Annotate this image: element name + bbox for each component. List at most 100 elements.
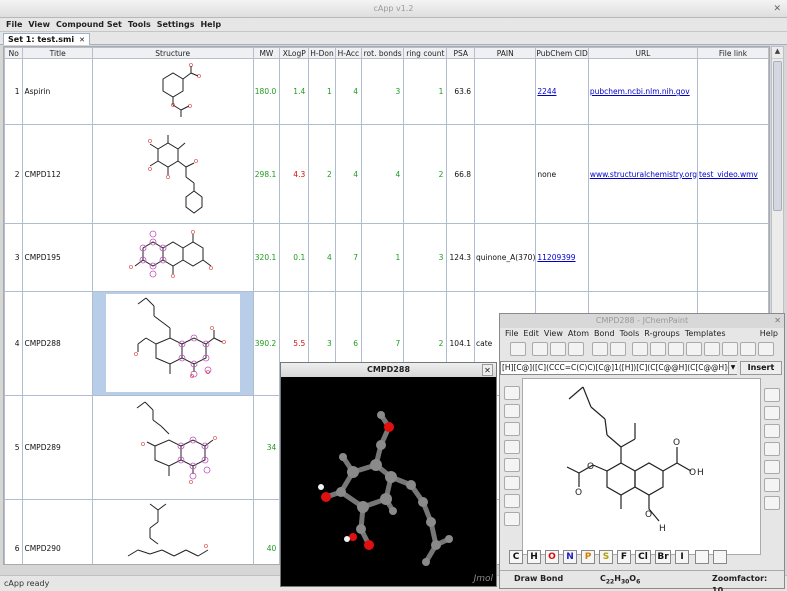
hashed-bond-icon[interactable] [504, 476, 520, 490]
jcp-menu-edit[interactable]: Edit [518, 328, 539, 340]
element-cl-button[interactable]: Cl [635, 550, 651, 564]
triple-bond-icon[interactable] [504, 422, 520, 436]
cell-pubchem-cid[interactable]: 2244 [535, 58, 589, 125]
scroll-up-arrow-icon[interactable]: ▲ [772, 47, 783, 59]
col-header-xlogp[interactable]: XLogP [279, 47, 310, 59]
element-h-button[interactable]: H [527, 550, 541, 564]
table-row[interactable]: 3 CMPD195 OOOO 320.1 0.1 4 7 1 3 124.3 q… [4, 223, 769, 292]
zoom-out-icon[interactable] [722, 342, 738, 356]
jmol-window[interactable]: CMPD288 ✕ Jmol [280, 362, 497, 587]
benzene-ring-icon[interactable] [764, 460, 780, 474]
file-link[interactable]: test_video.wmv [699, 170, 758, 179]
pentagon-ring-icon[interactable] [764, 424, 780, 438]
menu-help[interactable]: Help [194, 18, 221, 31]
jcp-menu-help[interactable]: Help [755, 328, 778, 340]
url-link[interactable]: www.structuralchemistry.org [590, 170, 697, 179]
cell-url[interactable]: pubchem.ncbi.nlm.nih.gov [587, 58, 699, 125]
element-s-button[interactable]: S [599, 550, 613, 564]
wave-icon[interactable] [504, 512, 520, 526]
new-icon[interactable] [510, 342, 526, 356]
jmol-3d-molecule-view[interactable] [281, 377, 496, 586]
jcp-menu-atom[interactable]: Atom [563, 328, 589, 340]
cell-structure[interactable]: OOOO [91, 124, 254, 224]
cut-icon[interactable] [532, 342, 548, 356]
jcp-menu-tools[interactable]: Tools [615, 328, 640, 340]
eraser-icon[interactable] [668, 342, 684, 356]
cell-structure-selected[interactable]: O O O O O [91, 291, 254, 396]
table-row[interactable]: 1 Aspirin OOOO 180.0 1.4 1 4 3 1 63.6 22… [4, 58, 769, 125]
col-header-pain[interactable]: PAIN [474, 47, 537, 59]
jcp-menu-view[interactable]: View [539, 328, 563, 340]
hexagon-ring-icon[interactable] [764, 442, 780, 456]
menu-settings[interactable]: Settings [151, 18, 195, 31]
col-header-ring-count[interactable]: ring count [403, 47, 448, 59]
menu-file[interactable]: File [0, 18, 22, 31]
cell-structure[interactable]: O [91, 499, 254, 564]
col-header-no[interactable]: No [4, 47, 24, 59]
periodic-table-icon[interactable] [695, 550, 709, 564]
col-header-hacc[interactable]: H-Acc [334, 47, 362, 59]
cell-structure[interactable]: O O O [91, 395, 254, 500]
jmol-close-icon[interactable]: ✕ [482, 364, 493, 376]
col-header-title[interactable]: Title [22, 47, 93, 59]
element-f-button[interactable]: F [617, 550, 631, 564]
element-o-button[interactable]: O [545, 550, 559, 564]
col-header-psa[interactable]: PSA [446, 47, 476, 59]
wedge-bond-icon[interactable] [504, 458, 520, 472]
rotate-icon[interactable] [686, 342, 702, 356]
cell-structure[interactable]: OOOO [91, 223, 254, 292]
smiles-input[interactable]: [H][C@]([C](CCC=C(C)C)[C@]1([H])[C](C[C@… [500, 361, 737, 375]
enter-element-icon[interactable] [713, 550, 727, 564]
col-header-pubchem-cid[interactable]: PubChem CID [535, 47, 589, 59]
clean-up-icon[interactable] [758, 342, 774, 356]
jcp-menu-bond[interactable]: Bond [589, 328, 615, 340]
double-bond-icon[interactable] [504, 404, 520, 418]
chain-icon[interactable] [504, 440, 520, 454]
smiles-dropdown-chevron-icon[interactable]: ▼ [728, 362, 737, 374]
jcp-menu-file[interactable]: File [500, 328, 518, 340]
col-header-file-link[interactable]: File link [697, 47, 769, 59]
jchempaint-window[interactable]: CMPD288 - JChemPaint ✕ File Edit View Atom B… [499, 313, 785, 591]
template-icon[interactable] [764, 496, 780, 510]
jcp-close-icon[interactable]: ✕ [774, 314, 781, 328]
element-p-button[interactable]: P [581, 550, 595, 564]
jmol-titlebar[interactable]: CMPD288 ✕ [281, 363, 496, 377]
wiggly-bond-icon[interactable] [504, 494, 520, 508]
close-icon[interactable]: ✕ [773, 0, 781, 18]
col-header-mw[interactable]: MW [252, 47, 281, 59]
single-bond-icon[interactable] [504, 386, 520, 400]
zoom-in-icon[interactable] [704, 342, 720, 356]
cell-file-link[interactable]: test_video.wmv [697, 124, 769, 224]
pubchem-cid-link[interactable]: 2244 [537, 87, 556, 96]
menu-tools[interactable]: Tools [122, 18, 151, 31]
cell-structure[interactable]: OOOO [91, 58, 254, 125]
element-c-button[interactable]: C [509, 550, 523, 564]
col-header-structure[interactable]: Structure [91, 47, 254, 59]
scrollbar-thumb[interactable] [773, 61, 782, 211]
undo-icon[interactable] [592, 342, 608, 356]
element-n-button[interactable]: N [563, 550, 577, 564]
jcp-titlebar[interactable]: CMPD288 - JChemPaint ✕ [500, 314, 784, 328]
jcp-drawing-canvas[interactable]: OOH OO OH [522, 378, 761, 555]
col-header-rot-bonds[interactable]: rot. bonds [360, 47, 405, 59]
lasso-icon[interactable] [650, 342, 666, 356]
heptagon-ring-icon[interactable] [764, 478, 780, 492]
col-header-hdon[interactable]: H-Don [308, 47, 336, 59]
menu-view[interactable]: View [22, 18, 50, 31]
insert-button[interactable]: Insert [740, 361, 782, 375]
jcp-menu-templates[interactable]: Templates [680, 328, 726, 340]
tab-set-1[interactable]: Set 1: test.smi ✕ [3, 33, 90, 45]
triangle-ring-icon[interactable] [764, 388, 780, 402]
select-icon[interactable] [632, 342, 648, 356]
cell-url[interactable]: www.structuralchemistry.org [587, 124, 699, 224]
square-ring-icon[interactable] [764, 406, 780, 420]
url-link[interactable]: pubchem.ncbi.nlm.nih.gov [590, 87, 690, 96]
pubchem-cid-link[interactable]: 11209399 [537, 253, 575, 262]
cell-pubchem-cid[interactable]: 11209399 [535, 223, 589, 292]
element-br-button[interactable]: Br [655, 550, 671, 564]
redo-icon[interactable] [610, 342, 626, 356]
menu-compound-set[interactable]: Compound Set [50, 18, 122, 31]
table-row[interactable]: 2 CMPD112 OOOO 298.1 4.3 2 4 4 2 66.8 no… [4, 124, 769, 224]
col-header-url[interactable]: URL [587, 47, 699, 59]
paste-icon[interactable] [568, 342, 584, 356]
